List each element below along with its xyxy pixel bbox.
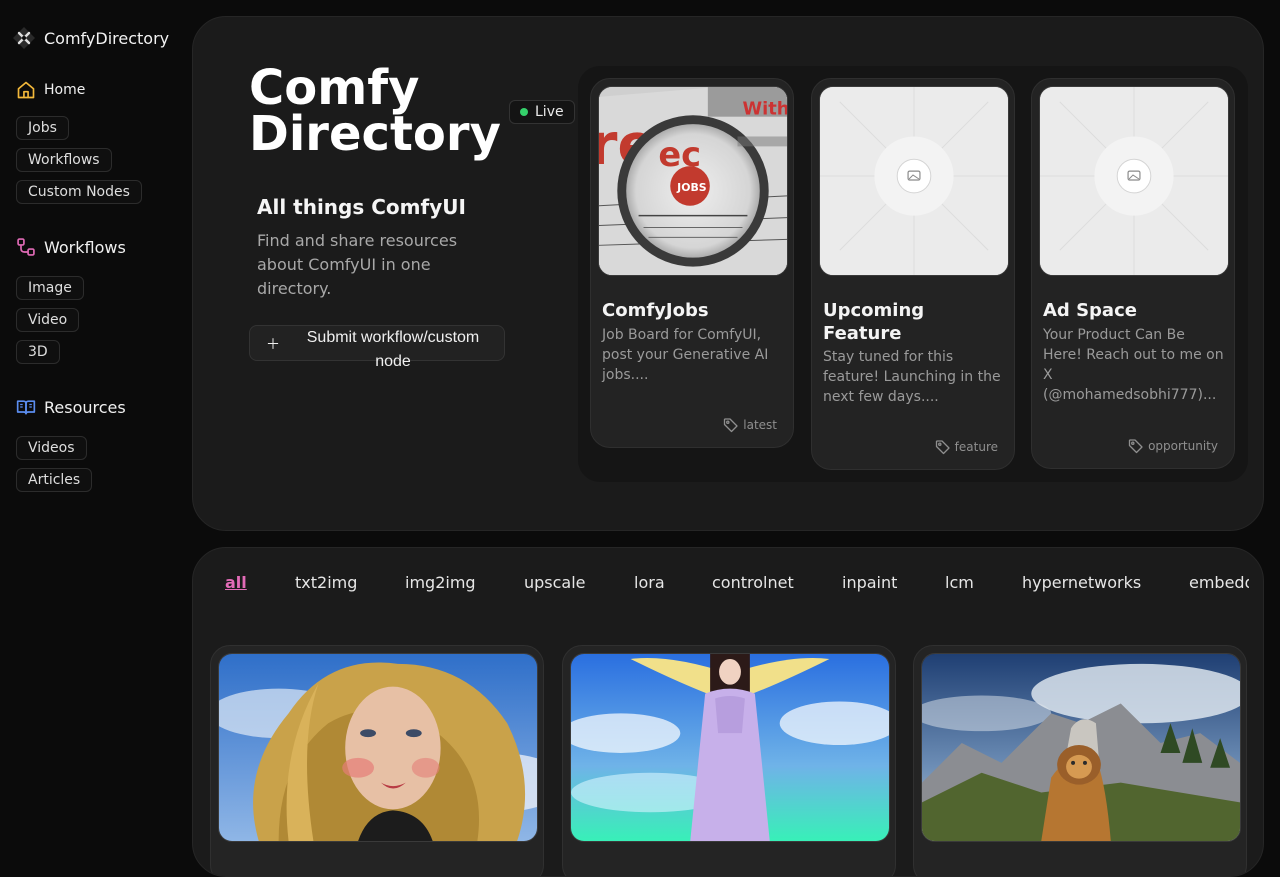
featured-card-title: Ad Space (1043, 300, 1137, 321)
comfyjobs-image: With rec ec JOBS (598, 86, 788, 276)
live-status-dot (520, 108, 528, 116)
hero-section: Comfy Directory Live All things ComfyUI … (192, 16, 1264, 531)
featured-card-title: Upcoming Feature (823, 300, 925, 344)
tab-upscale[interactable]: upscale (524, 573, 586, 592)
svg-text:JOBS: JOBS (676, 181, 707, 194)
tab-embeddings[interactable]: embeddings (1189, 573, 1249, 592)
featured-card-tag: feature (935, 439, 998, 455)
featured-card-tag-label: opportunity (1148, 439, 1218, 453)
comfy-logo-icon (13, 27, 35, 49)
sidebar-section-workflows[interactable]: Workflows (16, 237, 126, 257)
featured-card-description: Job Board for ComfyUI, post your Generat… (602, 327, 769, 383)
workflow-icon (17, 238, 35, 256)
featured-card-tag-label: latest (743, 418, 777, 432)
sidebar-item-articles[interactable]: Articles (16, 468, 93, 492)
tab-controlnet[interactable]: controlnet (712, 573, 794, 592)
sidebar-section-resources-label: Resources (44, 397, 126, 417)
workflow-card[interactable] (210, 645, 544, 876)
featured-card-tag: latest (723, 417, 777, 433)
svg-text:With: With (742, 99, 787, 120)
featured-cards: With rec ec JOBS ComfyJobs Job Board for… (578, 66, 1248, 482)
workflow-card-image (921, 653, 1241, 842)
tab-lora[interactable]: lora (634, 573, 665, 592)
submit-workflow-button[interactable]: ＋ Submit workflow/custom node (249, 325, 505, 370)
sidebar-item-jobs[interactable]: Jobs (16, 116, 69, 140)
sidebar-section-workflows-label: Workflows (44, 237, 126, 257)
live-badge-label: Live (535, 104, 564, 120)
tab-lcm[interactable]: lcm (945, 573, 974, 592)
home-icon (17, 81, 35, 99)
featured-card-title: ComfyJobs (602, 300, 709, 321)
featured-card-description: Stay tuned for this feature! Launching i… (823, 349, 1001, 405)
tab-txt2img[interactable]: txt2img (295, 573, 357, 592)
featured-card-upcoming-feature[interactable]: Upcoming Feature Stay tuned for this fea… (811, 78, 1015, 470)
workflow-card-image (570, 653, 890, 842)
sidebar-item-workflows-link[interactable]: Workflows (16, 148, 112, 172)
sidebar-item-3d[interactable]: 3D (16, 340, 60, 364)
workflow-card-image (218, 653, 538, 842)
placeholder-image (819, 86, 1009, 276)
tab-hypernetworks[interactable]: hypernetworks (1022, 573, 1141, 592)
featured-card-description: Your Product Can Be Here! Reach out to m… (1043, 327, 1224, 403)
category-tabs: all txt2img img2img upscale lora control… (225, 573, 1249, 597)
featured-card-tag-label: feature (954, 440, 998, 454)
sidebar-section-resources[interactable]: Resources (16, 397, 126, 417)
sidebar-item-home-label: Home (44, 82, 86, 98)
featured-card-tag: opportunity (1128, 438, 1218, 454)
placeholder-image (1039, 86, 1229, 276)
live-badge: Live (509, 100, 575, 124)
tab-all[interactable]: all (225, 573, 247, 592)
sidebar: ComfyDirectory Home Jobs Workflows Custo… (0, 0, 180, 853)
plus-icon: ＋ (266, 336, 280, 352)
submit-workflow-label: Submit workflow/custom node (306, 329, 480, 370)
tab-inpaint[interactable]: inpaint (842, 573, 897, 592)
sidebar-item-image[interactable]: Image (16, 276, 84, 300)
book-icon (16, 400, 36, 415)
sidebar-item-videos[interactable]: Videos (16, 436, 87, 460)
sidebar-item-home[interactable]: Home (16, 80, 85, 100)
tab-img2img[interactable]: img2img (405, 573, 476, 592)
workflow-card[interactable] (913, 645, 1247, 876)
gallery-section: all txt2img img2img upscale lora control… (192, 547, 1264, 877)
featured-card-ad-space[interactable]: Ad Space Your Product Can Be Here! Reach… (1031, 78, 1235, 469)
tag-icon (724, 418, 738, 433)
tag-icon (1128, 439, 1143, 454)
tag-icon (935, 440, 950, 455)
hero-subtitle: All things ComfyUI (257, 195, 466, 219)
page-title: Comfy Directory (249, 60, 501, 162)
hero-description: Find and share resources about ComfyUI i… (257, 231, 458, 298)
featured-card-comfyjobs[interactable]: With rec ec JOBS ComfyJobs Job Board for… (590, 78, 794, 448)
brand[interactable]: ComfyDirectory (12, 26, 169, 50)
workflow-card[interactable] (562, 645, 896, 876)
brand-name: ComfyDirectory (44, 28, 170, 48)
sidebar-item-video[interactable]: Video (16, 308, 80, 332)
sidebar-item-custom-nodes[interactable]: Custom Nodes (16, 180, 142, 204)
